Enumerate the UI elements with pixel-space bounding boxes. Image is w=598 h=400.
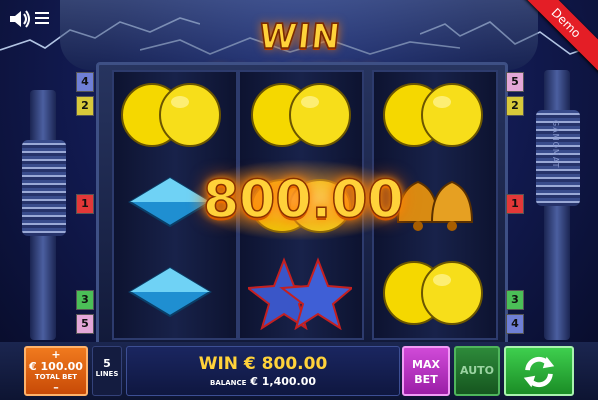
total-bet-value: € 100.00 [29,360,83,373]
max-bet-button[interactable]: MAX BET [402,346,450,396]
game-logo: WIN BLASTER [182,14,418,104]
balance-row: BALANCE € 1,400.00 [127,375,399,390]
menu-icon[interactable] [34,10,50,26]
bet-minus-button[interactable]: – [26,382,86,393]
game-title: WIN BLASTER [203,16,387,104]
line-indicator-left-4: 4 [76,72,94,92]
line-indicator-left-5: 5 [76,314,94,334]
left-coil [22,140,66,236]
max-bet-label: MAX BET [412,358,440,386]
lemon-icon [121,83,221,147]
win-text: WIN € 800.00 [198,354,328,374]
lines-display: 5 LINES [92,346,122,396]
line-indicator-right-3: 3 [506,290,524,310]
lemon-icon [251,83,351,147]
lines-label: LINES [95,370,119,378]
line-indicator-right-2: 2 [506,96,524,116]
spin-arrows-icon [523,356,555,388]
bet-plus-button[interactable]: + [26,349,86,360]
lemon-icon [383,261,483,325]
line-indicator-right-5: 5 [506,72,524,92]
diamond-icon [128,266,212,318]
brand-vertical: GAMOMAT [551,120,560,169]
game-screen: WIN BLASTER Demo GAMOMAT 4 2 1 3 5 5 2 1… [0,0,598,400]
line-indicator-left-3: 3 [76,290,94,310]
spin-button[interactable] [504,346,574,396]
total-bet-control[interactable]: + € 100.00 TOTAL BET – [24,346,88,396]
line-indicator-left-2: 2 [76,96,94,116]
line-indicator-right-4: 4 [506,314,524,334]
line-indicator-left-1: 1 [76,194,94,214]
balance-label: BALANCE [209,379,247,387]
auto-label: AUTO [460,364,494,377]
lines-value: 5 [103,357,111,370]
win-amount-overlay: 800.00 [202,169,404,231]
speaker-icon[interactable] [8,8,32,30]
line-indicator-right-1: 1 [506,194,524,214]
win-balance-panel: WIN € 800.00 BALANCE € 1,400.00 [126,346,400,396]
auto-button[interactable]: AUTO [454,346,500,396]
balance-value: € 1,400.00 [250,375,317,388]
lemon-icon [383,83,483,147]
star-icon [248,257,352,330]
